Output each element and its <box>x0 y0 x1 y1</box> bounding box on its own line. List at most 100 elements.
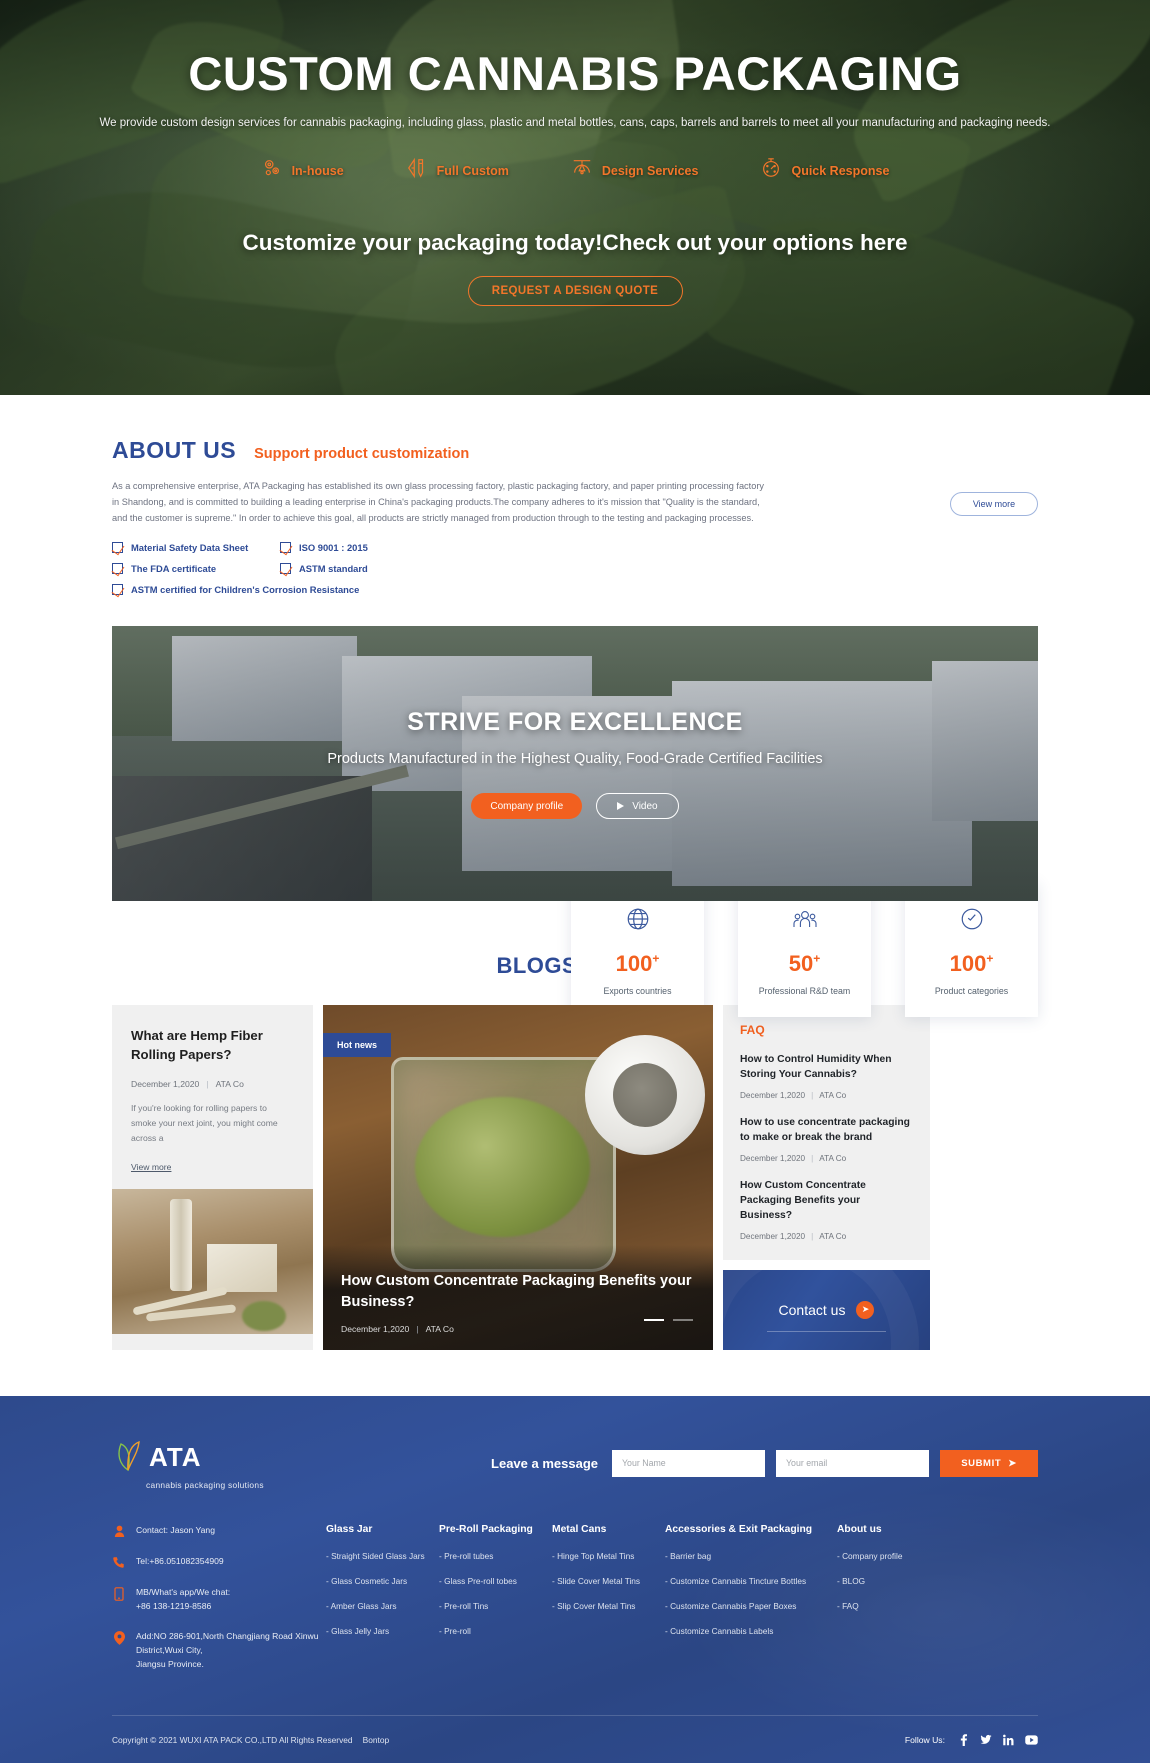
hero-feature-design-services[interactable]: Design Services <box>571 157 698 184</box>
hero-subtitle: We provide custom design services for ca… <box>99 117 1051 129</box>
faq-question[interactable]: How Custom Concentrate Packaging Benefit… <box>740 1179 913 1224</box>
footer-column-about: About us - Company profile - BLOG - FAQ <box>837 1524 950 1689</box>
featured-image-buds <box>415 1097 590 1238</box>
checkbox-checked-icon <box>112 542 123 554</box>
footer-link[interactable]: - BLOG <box>837 1576 950 1586</box>
faq-date: December 1,2020 <box>740 1091 806 1101</box>
footer-column-head: Accessories & Exit Packaging <box>665 1523 813 1535</box>
cert-item-astm[interactable]: ASTM standard <box>280 563 1038 575</box>
footer-link[interactable]: - Customize Cannabis Paper Boxes <box>665 1601 837 1611</box>
footer-contact-text: Add:NO 286-901,North Changjiang Road Xin… <box>136 1631 319 1670</box>
hero-feature-label: Quick Response <box>791 163 890 178</box>
cert-item-fda[interactable]: The FDA certificate <box>112 563 280 575</box>
footer-link[interactable]: - Barrier bag <box>665 1551 837 1561</box>
cert-item-iso[interactable]: ISO 9001 : 2015 <box>280 542 1038 554</box>
blog-card-meta: December 1,2020 | ATA Co <box>131 1078 244 1089</box>
footer-link[interactable]: - Pre-roll <box>439 1626 552 1636</box>
cert-label: Material Safety Data Sheet <box>131 542 249 554</box>
featured-meta: December 1,2020 | ATA Co <box>341 1323 454 1334</box>
cert-label: The FDA certificate <box>131 563 217 575</box>
footer-column-head: Pre-Roll Packaging <box>439 1523 533 1535</box>
footer-contact-person: Contact: Jason Yang <box>112 1524 326 1538</box>
faq-item[interactable]: How to use concentrate packaging to make… <box>740 1116 913 1163</box>
request-design-quote-button[interactable]: REQUEST A DESIGN QUOTE <box>467 276 683 306</box>
copyright: Copyright © 2021 WUXI ATA PACK CO.,LTD A… <box>112 1735 389 1745</box>
video-button[interactable]: Video <box>596 793 679 820</box>
faq-item[interactable]: How to Control Humidity When Storing You… <box>740 1053 913 1100</box>
footer-link[interactable]: - Straight Sided Glass Jars <box>326 1551 439 1561</box>
site-footer: ATA cannabis packaging solutions Leave a… <box>0 1395 1150 1763</box>
facebook-icon[interactable] <box>958 1733 969 1746</box>
cert-label: ASTM certified for Children's Corrosion … <box>131 584 360 596</box>
hero-feature-full-custom[interactable]: Full Custom <box>406 157 509 184</box>
footer-link[interactable]: - Company profile <box>837 1551 950 1561</box>
footer-link[interactable]: - Slip Cover Metal Tins <box>552 1601 665 1611</box>
footer-link[interactable]: - Glass Jelly Jars <box>326 1626 439 1636</box>
factory-subtitle: Products Manufactured in the Highest Qua… <box>327 751 823 768</box>
about-view-more-button[interactable]: View more <box>950 492 1038 516</box>
blog-card-date: December 1,2020 <box>131 1078 200 1089</box>
hero-feature-label: In-house <box>291 163 344 178</box>
checkbox-checked-icon <box>280 542 291 554</box>
email-input[interactable] <box>776 1449 929 1477</box>
footer-contact-mobile: MB/What's app/We chat: +86 138-1219-8586 <box>112 1586 326 1614</box>
stat-card-list: 100+ Exports countries 50+ Professional … <box>571 882 1038 1017</box>
footer-link[interactable]: - Slide Cover Metal Tins <box>552 1576 665 1586</box>
send-icon: ➤ <box>1008 1457 1017 1469</box>
blog-card-author: ATA Co <box>215 1078 244 1089</box>
footer-link[interactable]: - Hinge Top Metal Tins <box>552 1551 665 1561</box>
blog-card-title: What are Hemp Fiber Rolling Papers? <box>131 1028 263 1063</box>
faq-question[interactable]: How to use concentrate packaging to make… <box>740 1116 913 1146</box>
footer-link[interactable]: - Pre-roll Tins <box>439 1601 552 1611</box>
cert-item-msds[interactable]: Material Safety Data Sheet <box>112 542 280 554</box>
footer-contact-text: Contact: Jason Yang <box>136 1524 215 1535</box>
hero-feature-quick-response[interactable]: Quick Response <box>760 157 889 184</box>
hero-feature-label: Full Custom <box>436 163 509 178</box>
faq-date: December 1,2020 <box>740 1231 806 1241</box>
blog-view-more-link[interactable]: View more <box>131 1162 171 1172</box>
cert-item-astm-children[interactable]: ASTM certified for Children's Corrosion … <box>112 584 1038 596</box>
footer-link[interactable]: - FAQ <box>837 1601 950 1611</box>
company-profile-button[interactable]: Company profile <box>471 793 583 820</box>
faq-date: December 1,2020 <box>740 1153 806 1163</box>
play-icon <box>617 802 625 811</box>
checkbox-checked-icon <box>112 584 123 596</box>
twitter-icon[interactable] <box>980 1734 992 1746</box>
page-root: CUSTOM CANNABIS PACKAGING We provide cus… <box>0 0 1150 1763</box>
hot-news-badge[interactable]: Hot news <box>323 1033 392 1058</box>
footer-link[interactable]: - Customize Cannabis Labels <box>665 1626 837 1636</box>
footer-link[interactable]: - Glass Cosmetic Jars <box>326 1576 439 1586</box>
hero-feature-in-house[interactable]: In-house <box>261 157 344 184</box>
footer-link[interactable]: - Amber Glass Jars <box>326 1601 439 1611</box>
faq-item[interactable]: How Custom Concentrate Packaging Benefit… <box>740 1179 913 1241</box>
pen-nib-icon <box>571 157 593 184</box>
faq-meta: December 1,2020 | ATA Co <box>740 1153 847 1163</box>
submit-button[interactable]: SUBMIT ➤ <box>940 1449 1038 1477</box>
footer-link[interactable]: - Pre-roll tubes <box>439 1551 552 1561</box>
faq-question[interactable]: How to Control Humidity When Storing You… <box>740 1053 913 1083</box>
footer-column-head: Glass Jar <box>326 1523 373 1535</box>
blog-card-left[interactable]: What are Hemp Fiber Rolling Papers? Dece… <box>112 1005 313 1350</box>
footer-column-accessories: Accessories & Exit Packaging - Barrier b… <box>665 1524 837 1689</box>
page-title: CUSTOM CANNABIS PACKAGING <box>188 47 962 100</box>
footer-logo[interactable]: ATA cannabis packaging solutions <box>112 1438 264 1490</box>
carousel-dot-1[interactable] <box>644 1318 664 1321</box>
faq-author: ATA Co <box>819 1153 847 1163</box>
carousel-dot-2[interactable] <box>673 1318 693 1321</box>
linkedin-icon[interactable] <box>1003 1734 1014 1746</box>
faq-column: FAQ How to Control Humidity When Storing… <box>723 1005 930 1350</box>
blog-card-featured[interactable]: Hot news How Custom Concentrate Packagin… <box>323 1005 713 1350</box>
mobile-icon <box>112 1586 126 1601</box>
name-input[interactable] <box>612 1449 765 1477</box>
about-title: ABOUT US <box>112 437 237 463</box>
arrow-right-icon: ➤ <box>856 1300 875 1319</box>
youtube-icon[interactable] <box>1025 1734 1038 1746</box>
stat-value: 100+ <box>949 951 994 976</box>
contact-us-button[interactable]: Contact us ➤ <box>723 1269 930 1350</box>
stat-label: Professional R&D team <box>758 986 851 996</box>
featured-author: ATA Co <box>425 1323 454 1334</box>
footer-link[interactable]: - Customize Cannabis Tincture Bottles <box>665 1576 837 1586</box>
cert-label: ISO 9001 : 2015 <box>299 542 368 554</box>
footer-link[interactable]: - Glass Pre-roll tobes <box>439 1576 552 1586</box>
globe-icon <box>625 906 651 937</box>
